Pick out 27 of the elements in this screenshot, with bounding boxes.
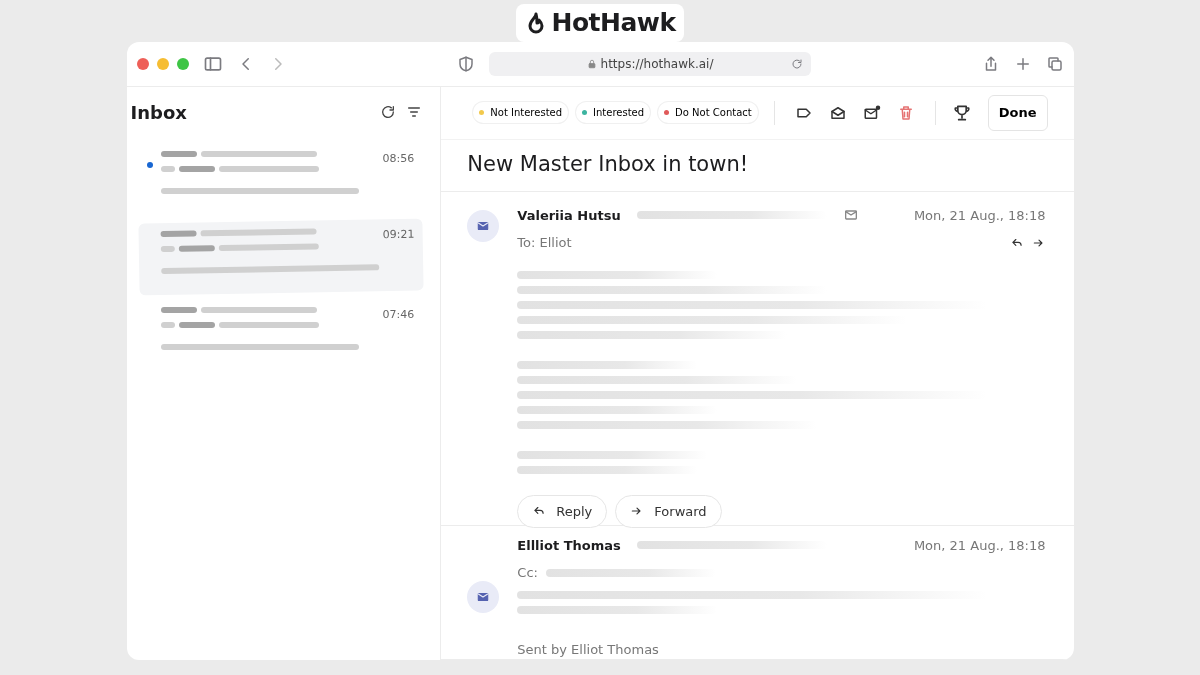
message-date: Mon, 21 Aug., 18:18 (913, 536, 1046, 555)
tag-label: Not Interested (490, 106, 563, 121)
message-time: 09:21 (382, 226, 415, 244)
recipient-line: To: Elliot (517, 234, 572, 252)
tag-label: Do Not Contact (675, 106, 752, 121)
brand-name: HotHawk (551, 7, 676, 40)
reply-button[interactable]: Reply (517, 494, 608, 528)
thread-subject: New Master Inbox in town! (467, 151, 749, 179)
message-date: Mon, 21 Aug., 18:18 (913, 206, 1046, 225)
sent-by-line: Sent by Elliot Thomas (517, 640, 660, 659)
tag-chip[interactable]: Not Interested (473, 102, 569, 124)
sender-name: Ellliot Thomas (517, 536, 621, 555)
sender-name: Valeriia Hutsu (517, 206, 621, 225)
forward-button[interactable]: Forward (615, 494, 722, 528)
tag-chip[interactable]: Interested (576, 102, 651, 124)
inbox-item[interactable]: 07:46 (138, 299, 423, 372)
inbox-item[interactable]: 08:56 (138, 143, 423, 216)
done-button[interactable]: Done (987, 95, 1048, 131)
message-time: 07:46 (382, 307, 415, 324)
tag-label: Interested (593, 106, 645, 121)
sidebar-title: Inbox (130, 100, 187, 125)
recipient-line: Cc: (517, 564, 538, 582)
address-bar[interactable]: https://hothawk.ai/ (489, 52, 811, 77)
inbox-item[interactable]: 09:21 (137, 218, 423, 296)
url-text: https://hothawk.ai/ (600, 56, 714, 74)
message-time: 08:56 (382, 151, 415, 168)
tag-chip[interactable]: Do Not Contact (658, 102, 758, 124)
